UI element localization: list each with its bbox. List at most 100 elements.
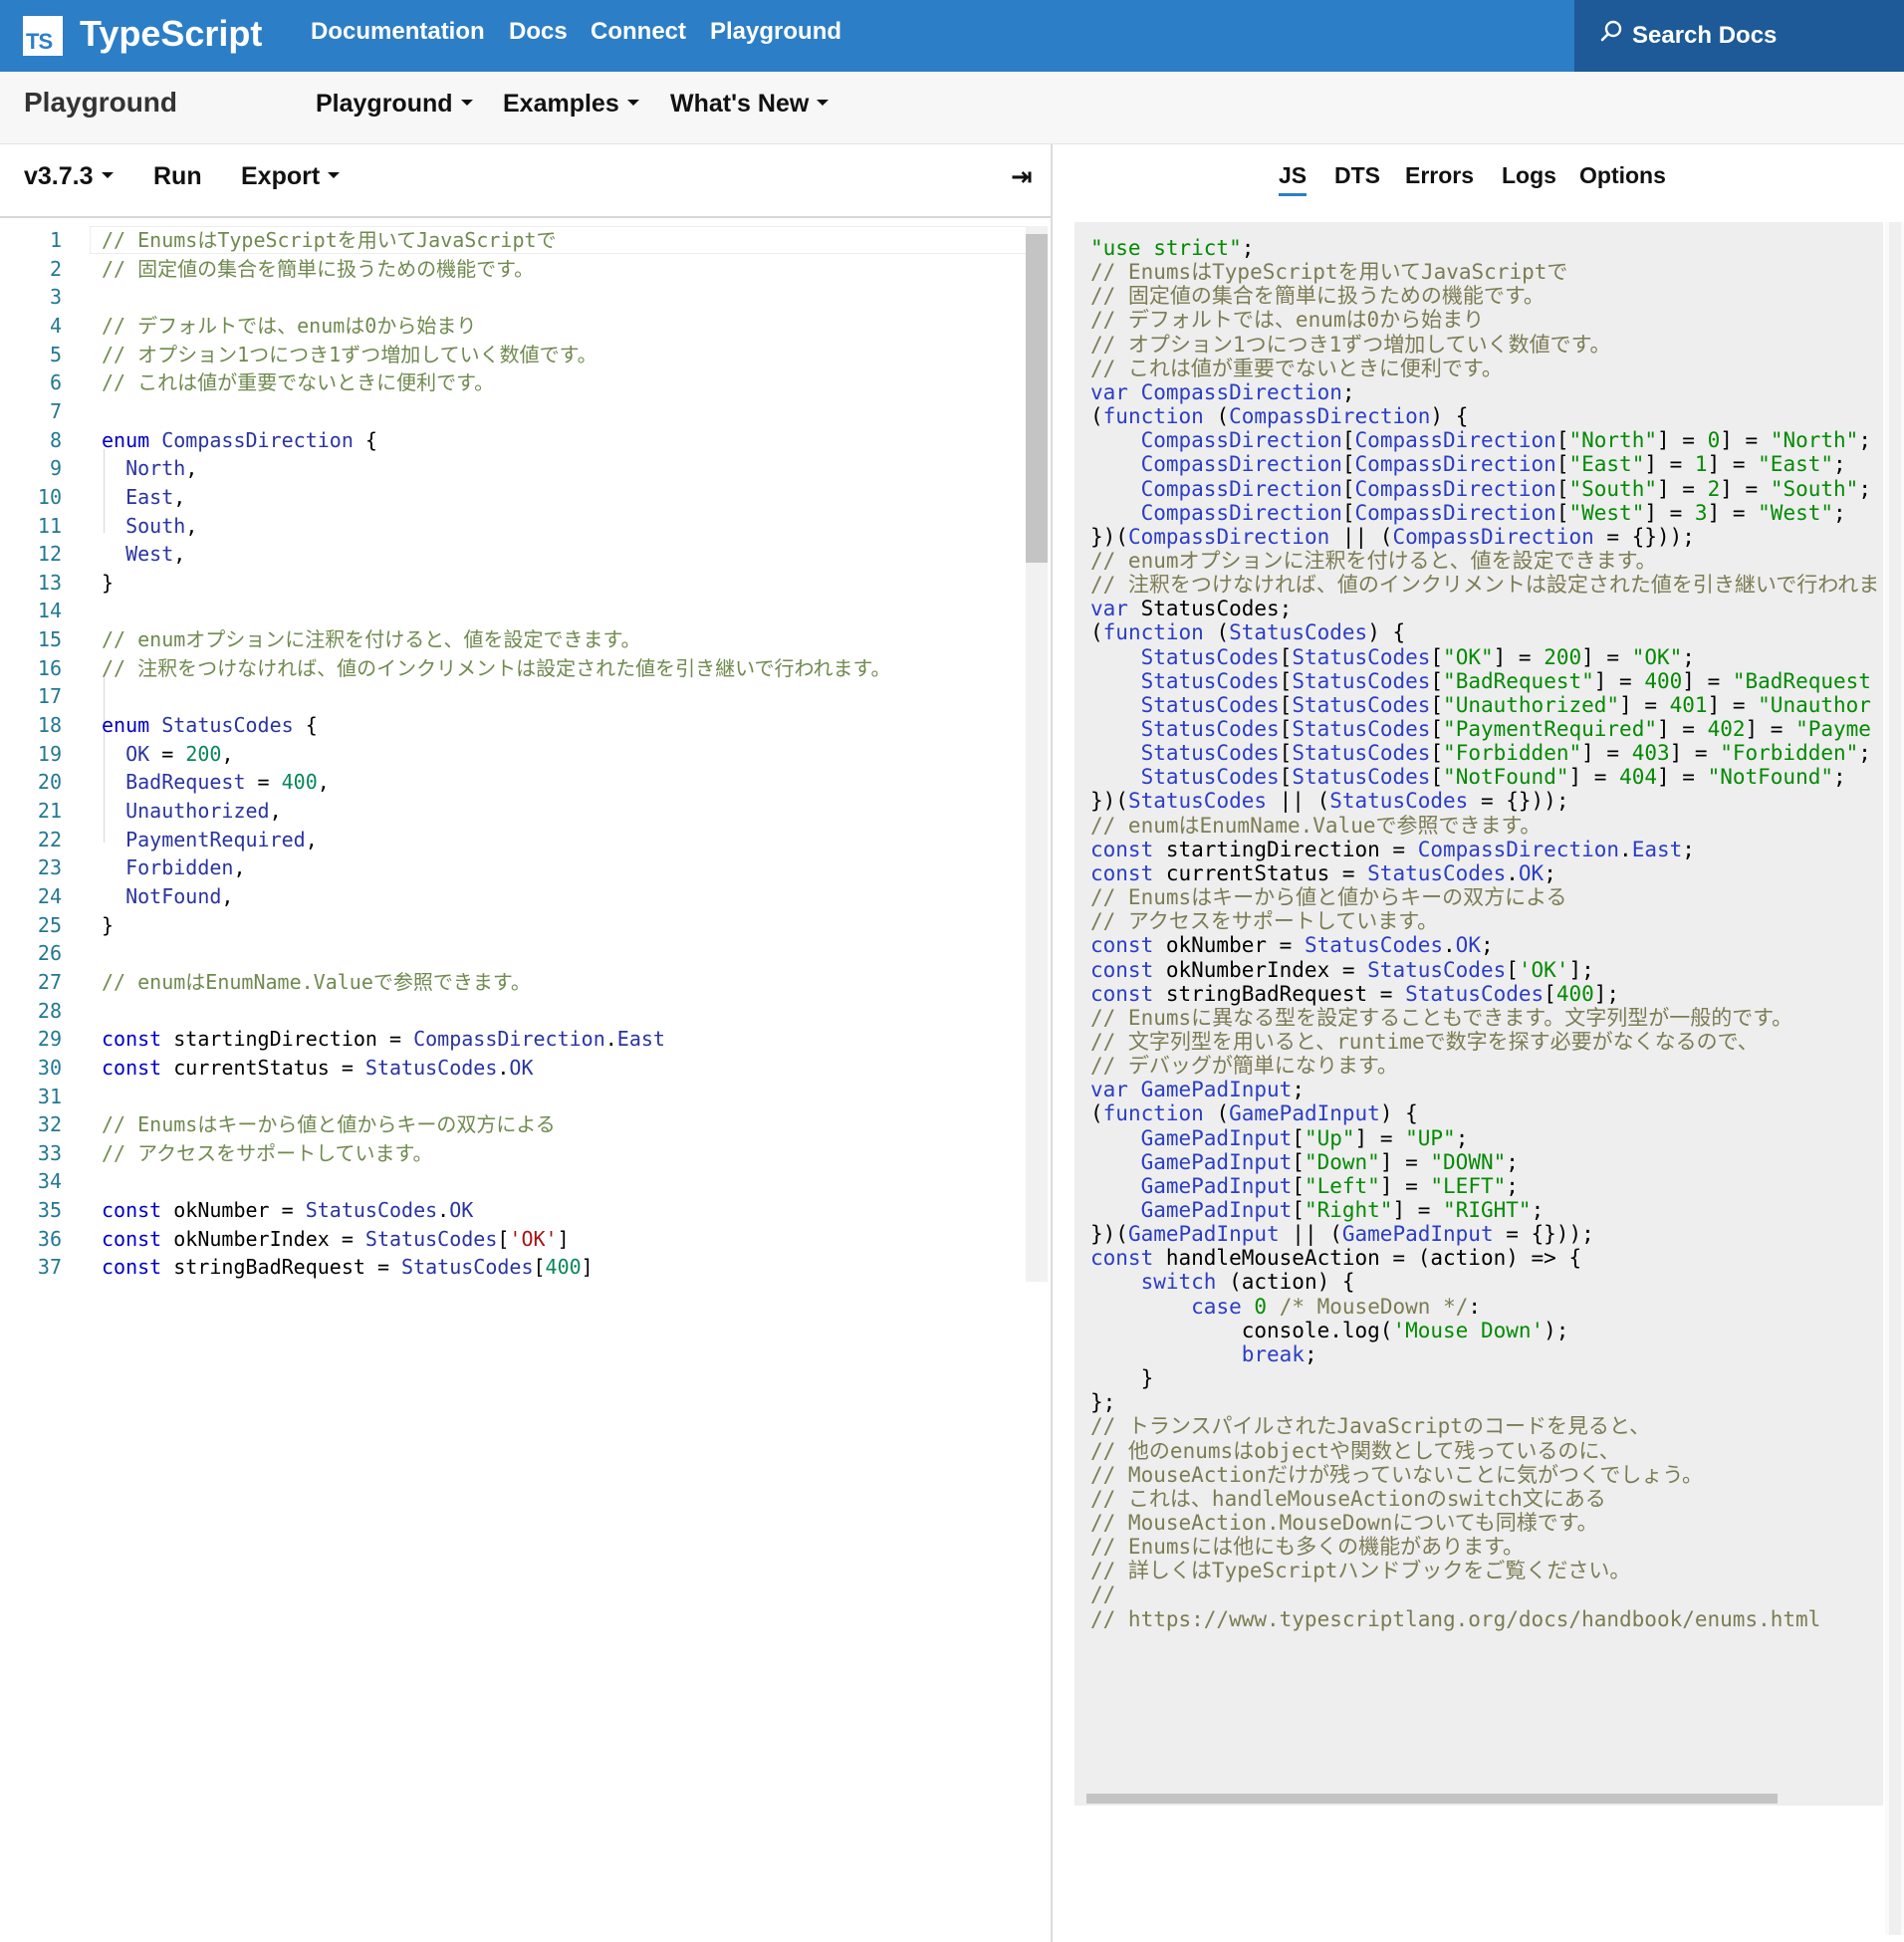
tab-errors[interactable]: Errors (1405, 162, 1474, 189)
code-line[interactable]: GamePadInput["Up"] = "UP"; (1090, 1126, 1469, 1150)
code-line[interactable]: PaymentRequired, (102, 826, 318, 853)
code-line[interactable]: GamePadInput["Left"] = "LEFT"; (1090, 1174, 1519, 1198)
code-line[interactable]: // デバッグが簡単になります。 (1090, 1054, 1398, 1078)
nav-docs[interactable]: Docs (509, 18, 568, 46)
code-line[interactable]: CompassDirection[CompassDirection["West"… (1090, 501, 1846, 525)
code-line[interactable]: const okNumberIndex = StatusCodes['OK']; (1090, 958, 1594, 982)
code-line[interactable]: // デフォルトでは、enumは0から始まり (102, 312, 476, 340)
code-line[interactable]: CompassDirection[CompassDirection["East"… (1090, 452, 1846, 476)
search-docs-button[interactable]: Search Docs (1574, 0, 1904, 72)
code-line[interactable]: // enumオプションに注釈を付けると、値を設定できます。 (102, 625, 641, 653)
code-line[interactable]: }; (1090, 1390, 1115, 1414)
code-line[interactable]: StatusCodes[StatusCodes["Unauthorized"] … (1090, 693, 1871, 717)
collapse-sidebar-icon[interactable]: ⇥ (1011, 162, 1033, 192)
code-line[interactable]: StatusCodes[StatusCodes["Forbidden"] = 4… (1090, 741, 1871, 765)
code-line[interactable]: var GamePadInput; (1090, 1078, 1305, 1101)
editor-scrollbar-thumb[interactable] (1026, 234, 1048, 563)
code-line[interactable]: // Enumsには他にも多くの機能があります。 (1090, 1535, 1524, 1559)
code-line[interactable]: } (102, 911, 114, 939)
code-line[interactable]: // https://www.typescriptlang.org/docs/h… (1090, 1607, 1820, 1631)
code-line[interactable]: // Enumsはキーから値と値からキーの双方による (102, 1110, 556, 1138)
code-line[interactable]: Unauthorized, (102, 797, 282, 825)
code-line[interactable]: GamePadInput["Right"] = "RIGHT"; (1090, 1198, 1545, 1222)
nav-connect[interactable]: Connect (591, 18, 686, 46)
code-line[interactable]: case 0 /* MouseDown */: (1090, 1295, 1481, 1319)
typescript-logo-icon[interactable]: TS (23, 16, 63, 56)
code-line[interactable]: // オプション1つにつき1ずつ増加していく数値です。 (102, 341, 597, 368)
code-line[interactable]: // 注釈をつけなければ、値のインクリメントは設定された値を引き継いで行われます… (102, 654, 891, 682)
code-line[interactable]: StatusCodes[StatusCodes["NotFound"] = 40… (1090, 765, 1846, 789)
code-line[interactable]: // 文字列型を用いると、runtimeで数字を探す必要がなくなるので、 (1090, 1030, 1759, 1054)
code-line[interactable]: East, (102, 483, 185, 511)
code-line[interactable]: // トランスパイルされたJavaScriptのコードを見ると、 (1090, 1414, 1650, 1438)
code-line[interactable]: break; (1090, 1342, 1317, 1366)
code-line[interactable]: // (1090, 1582, 1115, 1606)
code-line[interactable]: // 固定値の集合を簡単に扱うための機能です。 (102, 255, 534, 283)
code-line[interactable]: })(StatusCodes || (StatusCodes = {})); (1090, 789, 1568, 813)
code-line[interactable]: // これは値が重要でないときに便利です。 (1090, 357, 1503, 380)
code-line[interactable]: })(GamePadInput || (GamePadInput = {})); (1090, 1222, 1594, 1246)
code-line[interactable]: OK = 200, (102, 740, 233, 768)
code-line[interactable]: enum StatusCodes { (102, 711, 318, 739)
code-line[interactable]: (function (GamePadInput) { (1090, 1101, 1418, 1125)
code-line[interactable]: // Enumsはキーから値と値からキーの双方による (1090, 885, 1567, 909)
code-line[interactable]: CompassDirection[CompassDirection["North… (1090, 428, 1871, 452)
code-line[interactable]: // これは、handleMouseActionのswitch文にある (1090, 1487, 1606, 1511)
tab-dts[interactable]: DTS (1334, 162, 1380, 189)
code-line[interactable]: // Enumsに異なる型を設定することもできます。文字列型が一般的です。 (1090, 1006, 1792, 1030)
code-line[interactable]: BadRequest = 400, (102, 768, 330, 796)
code-line[interactable]: North, (102, 454, 197, 482)
code-line[interactable]: enum CompassDirection { (102, 426, 377, 454)
code-line[interactable]: // MouseActionだけが残っていないことに気がつくでしょう。 (1090, 1463, 1703, 1487)
code-line[interactable]: StatusCodes[StatusCodes["PaymentRequired… (1090, 717, 1871, 741)
code-line[interactable]: const startingDirection = CompassDirecti… (1090, 838, 1695, 861)
examples-menu[interactable]: Examples (503, 90, 639, 119)
code-line[interactable]: // アクセスをサポートしています。 (1090, 909, 1438, 933)
output-vertical-scrollbar[interactable] (1885, 222, 1904, 1935)
output-horizontal-scrollbar[interactable] (1074, 1791, 1883, 1806)
compiled-js-output[interactable]: "use strict";// EnumsはTypeScriptを用いてJava… (1074, 222, 1883, 1806)
output-vertical-scrollbar-thumb[interactable] (1889, 222, 1901, 1935)
code-line[interactable]: // enumオプションに注釈を付けると、値を設定できます。 (1090, 549, 1657, 573)
code-line[interactable]: })(CompassDirection || (CompassDirection… (1090, 525, 1695, 549)
export-menu[interactable]: Export (241, 162, 341, 191)
code-line[interactable]: South, (102, 512, 197, 540)
code-line[interactable]: // enumはEnumName.Valueで参照できます。 (102, 968, 531, 996)
nav-documentation[interactable]: Documentation (311, 18, 485, 46)
playground-menu[interactable]: Playground (316, 90, 473, 119)
code-line[interactable]: } (1090, 1366, 1154, 1390)
output-scrollbar-thumb[interactable] (1086, 1794, 1778, 1804)
code-line[interactable]: const stringBadRequest = StatusCodes[400… (1090, 982, 1619, 1006)
code-line[interactable]: CompassDirection[CompassDirection["South… (1090, 477, 1871, 501)
code-line[interactable]: const currentStatus = StatusCodes.OK; (1090, 861, 1556, 885)
code-line[interactable]: const okNumber = StatusCodes.OK (102, 1196, 473, 1224)
code-line[interactable]: console.log('Mouse Down'); (1090, 1319, 1569, 1342)
code-line[interactable]: // これは値が重要でないときに便利です。 (102, 368, 494, 396)
editor-vertical-scrollbar[interactable] (1026, 226, 1048, 1282)
code-line[interactable]: switch (action) { (1090, 1270, 1355, 1294)
code-line[interactable]: const stringBadRequest = StatusCodes[400… (102, 1253, 594, 1281)
code-line[interactable]: GamePadInput["Down"] = "DOWN"; (1090, 1150, 1519, 1174)
code-line[interactable]: const okNumberIndex = StatusCodes['OK'] (102, 1225, 570, 1253)
code-line[interactable]: (function (CompassDirection) { (1090, 404, 1468, 428)
code-line[interactable]: // EnumsはTypeScriptを用いてJavaScriptで (1090, 260, 1567, 284)
code-line[interactable]: const okNumber = StatusCodes.OK; (1090, 933, 1494, 957)
code-line[interactable]: } (102, 569, 114, 597)
whats-new-menu[interactable]: What's New (670, 90, 830, 119)
code-line[interactable]: Forbidden, (102, 853, 245, 881)
code-line[interactable]: // 詳しくはTypeScriptハンドブックをご覧ください。 (1090, 1559, 1630, 1582)
tab-options[interactable]: Options (1579, 162, 1666, 189)
code-line[interactable]: (function (StatusCodes) { (1090, 620, 1405, 644)
code-line[interactable]: // デフォルトでは、enumは0から始まり (1090, 308, 1484, 332)
code-line[interactable]: // enumはEnumName.Valueで参照できます。 (1090, 814, 1541, 838)
code-editor[interactable]: 1 2 3 4 5 6 7 8 9 10 11 12 13 14 15 16 17 18 19 20 21 22 23 24 2… (0, 226, 1051, 1441)
brand-name[interactable]: TypeScript (80, 13, 262, 55)
code-line[interactable]: StatusCodes[StatusCodes["BadRequest"] = … (1090, 669, 1871, 693)
code-line[interactable]: const currentStatus = StatusCodes.OK (102, 1054, 534, 1082)
nav-playground[interactable]: Playground (710, 18, 841, 46)
code-line[interactable]: // EnumsはTypeScriptを用いてJavaScriptで (102, 226, 557, 254)
code-line[interactable]: var StatusCodes; (1090, 597, 1292, 620)
code-line[interactable]: // MouseAction.MouseDownについても同様です。 (1090, 1511, 1598, 1535)
code-line[interactable]: // 他のenumsはobjectや関数として残っているのに、 (1090, 1439, 1620, 1463)
code-line[interactable]: NotFound, (102, 882, 233, 910)
